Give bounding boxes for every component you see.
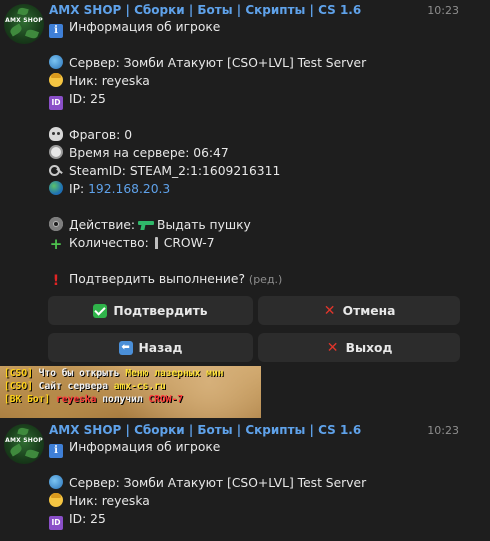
edited-label: (ред.) [248,273,283,286]
player-face-icon [49,73,63,87]
cross-icon: ✕ [326,339,339,356]
back-button[interactable]: ⬅ Назад [48,333,253,362]
quantity-line: + Количество: CROW-7 [49,235,215,253]
message-author[interactable]: AMX SHOP | Сборки | Боты | Скрипты | CS … [49,3,361,17]
skull-icon [49,127,63,141]
player-face-icon [49,493,63,507]
exit-button[interactable]: ✕ Выход [258,333,460,362]
globe-icon [49,475,63,489]
back-arrow-icon: ⬅ [118,340,133,355]
nick-line: Ник: reyeska [49,493,150,509]
key-icon [49,163,63,177]
globe-icon [49,55,63,69]
exclamation-icon: ! [52,273,60,289]
steamid-line: SteamID: STEAM_2:1:1609216311 [49,163,280,179]
game-chat-line-2: [CSO] Сайт сервера amx-cs.ru [4,381,166,392]
message-author[interactable]: AMX SHOP | Сборки | Боты | Скрипты | CS … [49,423,361,437]
info-title: i Информация об игроке [49,19,220,38]
stopwatch-icon [49,145,63,159]
confirm-question-line: ! Подтвердить выполнение? (ред.) [49,271,283,289]
knife-icon [154,237,158,249]
id-line: ID ID: 25 [49,511,106,530]
check-icon [93,303,108,318]
earth-icon [49,181,63,195]
cross-icon: ✕ [323,302,336,319]
info-title: i Информация об игроке [49,439,220,458]
plus-icon: + [49,235,63,253]
gun-icon [138,220,155,230]
cancel-button[interactable]: ✕ Отмена [258,296,460,325]
gear-icon [49,217,63,231]
id-icon: ID [49,516,63,530]
frags-line: Фрагов: 0 [49,127,132,143]
confirm-button[interactable]: Подтвердить [48,296,253,325]
id-icon: ID [49,96,63,110]
info-icon: i [49,24,63,38]
game-chat-line-3: [ВК Бот] reyeska получил CROW-7 [4,394,184,405]
playtime-line: Время на сервере: 06:47 [49,145,229,161]
server-line: Сервер: Зомби Атакуют [CSO+LVL] Test Ser… [49,475,366,491]
ip-line: IP: 192.168.20.3 [49,181,170,197]
avatar-logo-text: AMX SHOP [5,437,43,444]
server-line: Сервер: Зомби Атакуют [CSO+LVL] Test Ser… [49,55,366,71]
game-chat-line-1: [CSO] Что бы открыть Меню лазерных мин [4,368,224,379]
game-chat-screenshot: [CSO] Что бы открыть Меню лазерных мин [… [0,366,261,418]
nick-line: Ник: reyeska [49,73,150,89]
ip-link[interactable]: 192.168.20.3 [88,182,170,196]
info-icon: i [49,444,63,458]
message-time: 10:23 [427,424,459,437]
avatar-logo-text: AMX SHOP [5,17,43,24]
action-line: Действие: Выдать пушку [49,217,251,233]
message-time: 10:23 [427,4,459,17]
bot-avatar[interactable]: AMX SHOP [4,424,44,464]
id-line: ID ID: 25 [49,91,106,110]
bot-avatar[interactable]: AMX SHOP [4,4,44,44]
